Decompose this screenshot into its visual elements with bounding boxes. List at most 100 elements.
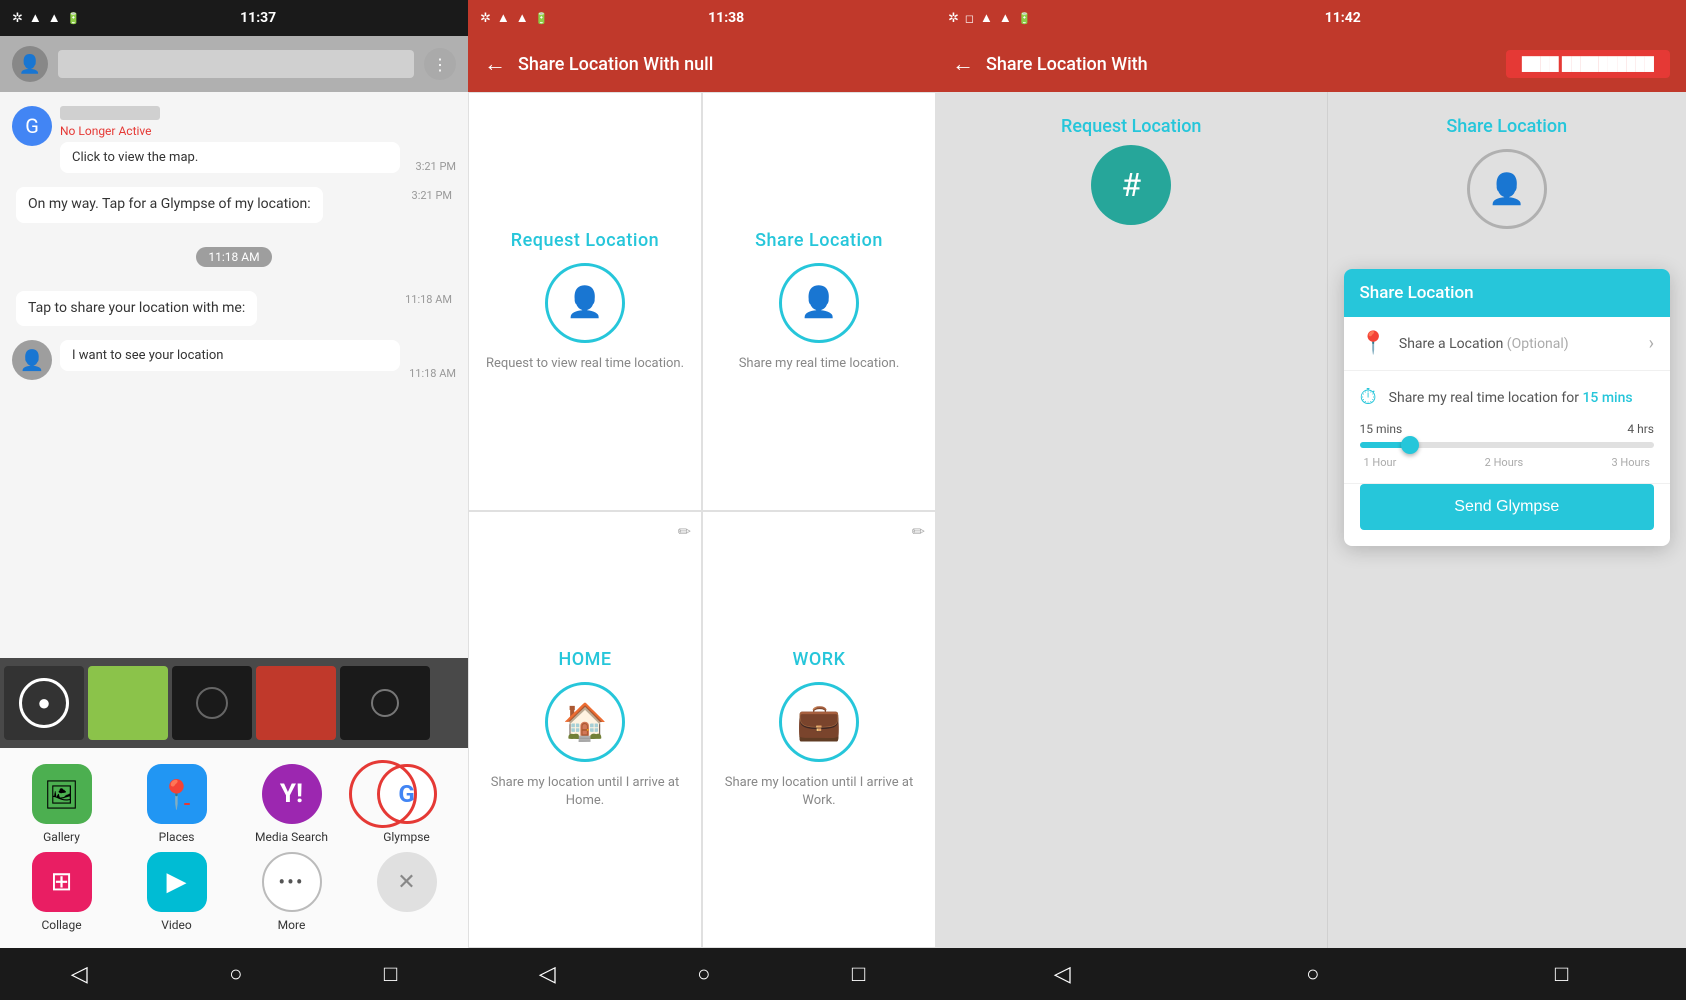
- message-text-1: Click to view the map.: [72, 150, 388, 165]
- location-row-arrow: ›: [1649, 333, 1654, 354]
- bt-icon-2: ✲: [480, 11, 491, 26]
- chat-messages-area: G No Longer Active Click to view the map…: [0, 92, 468, 658]
- message-bubble-1[interactable]: Click to view the map.: [60, 142, 400, 173]
- media-search-icon: Y!: [262, 764, 322, 824]
- realtime-highlight: 15 mins: [1582, 390, 1632, 406]
- slc-header: Share Location: [1344, 269, 1671, 317]
- app-media-search[interactable]: Y! Media Search: [238, 764, 345, 844]
- app-picker-grid: 🖼 Gallery 📍 Places Y! Media Search G Gly: [0, 748, 468, 948]
- battery-icon: 🔋: [67, 12, 81, 25]
- app-collage[interactable]: ⊞ Collage: [8, 852, 115, 932]
- status-icons-left-2: ✲ ▲ ▲ 🔋: [480, 10, 548, 26]
- outgoing-message-2: Tap to share your location with me: 11:1…: [0, 283, 468, 335]
- panel-chat: ✲ ▲ ▲ 🔋 11:37 👤 ⋮ G No Longer Active: [0, 0, 468, 1000]
- home-desc: Share my location until I arrive at Home…: [485, 774, 685, 810]
- video-icon: ▶: [147, 852, 207, 912]
- slc-realtime-text: Share my real time location for 15 mins: [1389, 390, 1654, 406]
- work-location-cell[interactable]: ✏ WORK 💼 Share my location until I arriv…: [702, 511, 936, 948]
- app-more[interactable]: ••• More: [238, 852, 345, 932]
- more-dots: •••: [278, 870, 304, 894]
- share-location-desc: Share my real time location.: [739, 355, 900, 373]
- app-gallery[interactable]: 🖼 Gallery: [8, 764, 115, 844]
- work-desc: Share my location until I arrive at Work…: [719, 774, 919, 810]
- wifi-icon: ▲: [48, 10, 61, 26]
- nav-back-2[interactable]: ◁: [539, 962, 556, 987]
- share-location-cell[interactable]: Share Location 👤 Share my real time loca…: [702, 92, 936, 511]
- outgoing-bubble-1[interactable]: On my way. Tap for a Glympse of my locat…: [16, 187, 323, 223]
- wifi-icon-3: ▲: [999, 10, 1012, 26]
- status-bar-2: ✲ ▲ ▲ 🔋 11:38: [468, 0, 936, 36]
- outgoing-bubble-2[interactable]: Tap to share your location with me:: [16, 291, 257, 327]
- share-a-location-label: Share a Location: [1399, 336, 1503, 352]
- thumbnail-row: ●: [0, 658, 468, 748]
- slider-thumb[interactable]: [1401, 436, 1419, 454]
- outgoing-time-2: 11:18 AM: [405, 293, 452, 306]
- slc-realtime-header-row: ⏱ Share my real time location for 15 min…: [1360, 385, 1655, 410]
- time-slider-container: 15 mins 4 hrs 1 Hour 2 Hours 3 Hours: [1360, 410, 1655, 469]
- outgoing-text-1: On my way. Tap for a Glympse of my locat…: [28, 196, 311, 212]
- panel3-content: Request Location # Share Location 👤 Shar…: [936, 92, 1686, 948]
- message-bubble-2[interactable]: I want to see your location: [60, 340, 400, 371]
- nav-back-3[interactable]: ◁: [1054, 962, 1071, 987]
- chat-header: 👤 ⋮: [0, 36, 468, 92]
- work-icon: 💼: [797, 701, 842, 743]
- nav-home-3[interactable]: ○: [1306, 961, 1319, 987]
- timestamp-badge: 11:18 AM: [196, 247, 271, 267]
- hash-symbol: #: [1121, 166, 1141, 204]
- thumb-dark-1[interactable]: [172, 666, 252, 740]
- home-location-cell[interactable]: ✏ HOME 🏠 Share my location until I arriv…: [468, 511, 702, 948]
- request-location-cell[interactable]: Request Location 👤 Request to view real …: [468, 92, 702, 511]
- nav-recents-2[interactable]: □: [852, 961, 865, 987]
- header-avatar: 👤: [12, 46, 48, 82]
- gallery-symbol: 🖼: [44, 778, 80, 811]
- work-edit-icon[interactable]: ✏: [912, 522, 925, 541]
- sender-name-redacted: [60, 106, 160, 120]
- nav-home-1[interactable]: ○: [229, 961, 242, 987]
- header-action-icon[interactable]: ⋮: [424, 48, 456, 80]
- nav-recents-3[interactable]: □: [1555, 961, 1568, 987]
- thumb-camera[interactable]: ●: [4, 666, 84, 740]
- slider-track[interactable]: [1360, 442, 1655, 448]
- home-edit-icon[interactable]: ✏: [678, 522, 691, 541]
- thumb-dark-2[interactable]: [340, 666, 430, 740]
- header-search-bar[interactable]: [58, 50, 414, 78]
- timestamp-center: 11:18 AM: [0, 231, 468, 283]
- p3-request-title: Request Location: [1061, 116, 1201, 137]
- places-symbol: 📍: [159, 778, 194, 811]
- glympse-label: Glympse: [383, 830, 430, 844]
- slc-location-text: Share a Location (Optional): [1399, 336, 1637, 352]
- p3-share-header-content: Share Location 👤: [1344, 116, 1671, 229]
- signal-icon-2: ▲: [497, 10, 510, 26]
- nav-back-1[interactable]: ◁: [71, 962, 88, 987]
- tick-2hr: 2 Hours: [1485, 456, 1524, 469]
- thumb-circle: [196, 687, 228, 719]
- more-label: More: [278, 918, 306, 932]
- nav-bar-2: ◁ ○ □: [468, 948, 936, 1000]
- back-arrow-3[interactable]: ←: [952, 51, 974, 77]
- chat-message-1: G No Longer Active Click to view the map…: [0, 100, 468, 179]
- location-pin-icon: 📍: [1360, 331, 1387, 356]
- slc-location-row[interactable]: 📍 Share a Location (Optional) ›: [1344, 317, 1671, 371]
- places-label: Places: [159, 830, 195, 844]
- nav-home-2[interactable]: ○: [697, 961, 710, 987]
- app-close[interactable]: ✕: [353, 852, 460, 932]
- tick-3hr: 3 Hours: [1611, 456, 1650, 469]
- back-arrow-2[interactable]: ←: [484, 51, 506, 77]
- nav-bar-3: ◁ ○ □: [936, 948, 1686, 1000]
- battery-icon-3: 🔋: [1018, 12, 1032, 25]
- panel2-title: Share Location With null: [518, 54, 713, 75]
- collage-symbol: ⊞: [51, 867, 73, 897]
- app-glympse[interactable]: G Glympse: [353, 764, 460, 844]
- status-time-1: 11:37: [240, 10, 276, 26]
- nav-recents-1[interactable]: □: [384, 961, 397, 987]
- avatar-icon: 👤: [19, 54, 41, 75]
- app-video[interactable]: ▶ Video: [123, 852, 230, 932]
- thumb-red[interactable]: [256, 666, 336, 740]
- thumb-map[interactable]: [88, 666, 168, 740]
- request-location-title: Request Location: [511, 230, 659, 251]
- home-icon: 🏠: [563, 701, 608, 743]
- app-places[interactable]: 📍 Places: [123, 764, 230, 844]
- outgoing-message-1: On my way. Tap for a Glympse of my locat…: [0, 179, 468, 231]
- p3-request-location[interactable]: Request Location #: [936, 92, 1328, 948]
- send-glympse-button[interactable]: Send Glympse: [1360, 484, 1655, 530]
